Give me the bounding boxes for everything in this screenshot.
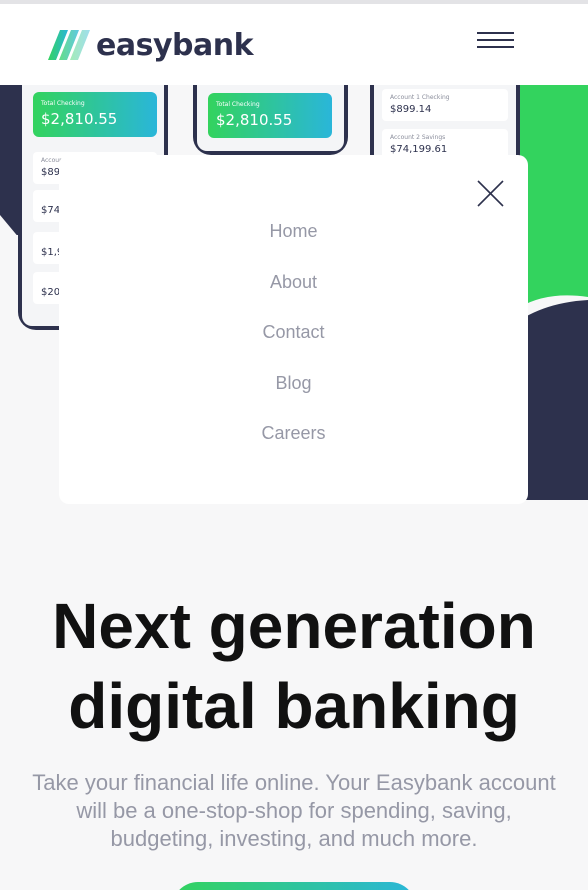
account-value: $74 xyxy=(41,205,61,216)
account-value: $20 xyxy=(41,287,61,298)
headline-line-1: Next generation xyxy=(52,590,536,662)
nav-link-home[interactable]: Home xyxy=(59,221,528,242)
account-value: $74,199.61 xyxy=(390,144,448,155)
account-label: Account 2 Savings xyxy=(390,134,446,141)
total-card: Total Checking $2,810.55 xyxy=(208,93,332,138)
site-header: easybank xyxy=(0,4,588,85)
total-label: Total Checking xyxy=(216,101,260,108)
account-label: Account 1 Checking xyxy=(390,94,450,101)
headline-line-2: digital banking xyxy=(68,670,520,742)
close-icon[interactable] xyxy=(477,180,504,207)
total-label: Total Checking xyxy=(41,100,85,107)
request-invite-button[interactable] xyxy=(172,882,416,890)
logo-mark-icon xyxy=(48,30,90,60)
nav-link-about[interactable]: About xyxy=(59,272,528,293)
phone-mockup-middle: Total Checking $2,810.55 xyxy=(193,85,348,155)
account-value: $89 xyxy=(41,167,61,178)
nav-link-blog[interactable]: Blog xyxy=(59,373,528,394)
total-card: Total Checking $2,810.55 xyxy=(33,92,157,137)
hero-headline: Next generation digital banking xyxy=(0,586,588,746)
hero-description: Take your financial life online. Your Ea… xyxy=(32,770,556,851)
brand-name: easybank xyxy=(96,27,254,63)
logo[interactable]: easybank xyxy=(48,27,254,63)
account-value: $899.14 xyxy=(390,104,432,115)
total-value: $2,810.55 xyxy=(41,110,118,128)
nav-link-contact[interactable]: Contact xyxy=(59,322,528,343)
hamburger-icon[interactable] xyxy=(477,29,515,51)
total-value: $2,810.55 xyxy=(216,111,293,129)
nav-link-careers[interactable]: Careers xyxy=(59,423,528,444)
account-card: Account 1 Checking $899.14 xyxy=(382,89,508,121)
